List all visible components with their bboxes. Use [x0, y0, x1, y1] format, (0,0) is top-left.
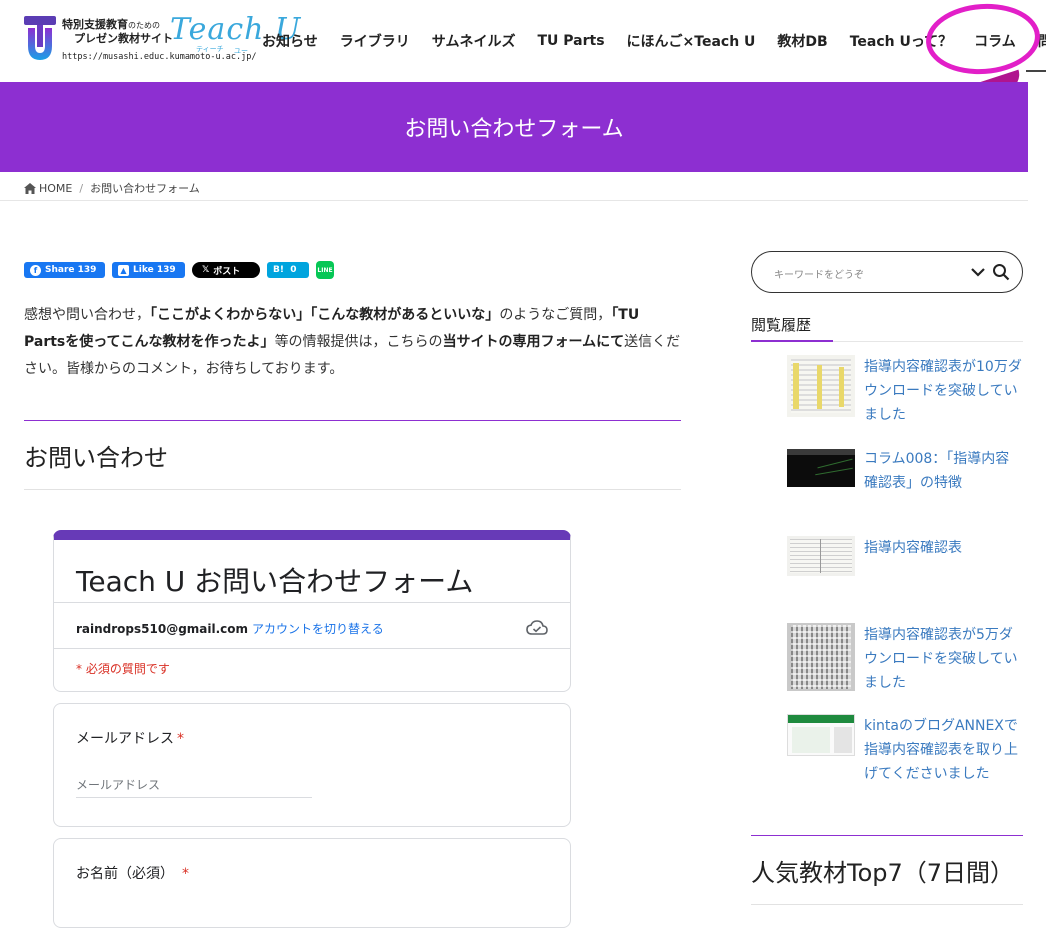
intro-paragraph: 感想や問い合わせ，「ここがよくわからない」「こんな教材があるといいな」のようなご…	[24, 307, 681, 377]
logo-reading-1: ティーチ	[196, 45, 224, 53]
breadcrumb-current: お問い合わせフォーム	[90, 182, 200, 195]
history-title: 閲覧履歴	[751, 316, 812, 334]
history-link[interactable]: 指導内容確認表が10万ダウンロードを突破していました	[864, 355, 1023, 427]
required-note: * 必須の質問です	[76, 662, 170, 676]
x-icon: 𝕏	[202, 265, 210, 275]
history-item[interactable]: kintaのブログANNEXで指導内容確認表を取り上げてくださいました	[787, 714, 1023, 786]
facebook-share-button[interactable]: f Share 139	[24, 262, 105, 278]
breadcrumb-separator: /	[79, 181, 84, 195]
line-share-button[interactable]: LINE	[316, 261, 334, 279]
history-item[interactable]: 指導内容確認表が5万ダウンロードを突破していました	[787, 623, 1023, 695]
section-underline	[24, 489, 681, 490]
section-divider	[24, 420, 681, 421]
history-thumbnail	[787, 714, 855, 756]
facebook-like-button[interactable]: ▲ Like 139	[112, 262, 185, 278]
cloud-saved-icon	[526, 620, 548, 635]
page-title-band: お問い合わせフォーム	[0, 82, 1028, 172]
form-divider	[54, 648, 570, 649]
line-icon: LINE	[317, 266, 333, 274]
history-thumbnail	[787, 623, 855, 691]
history-link[interactable]: コラム008：「指導内容確認表」の特徴	[864, 447, 1023, 495]
nav-thumbnails[interactable]: サムネイルズ	[432, 31, 516, 51]
nav-tu-parts[interactable]: TU Parts	[537, 33, 604, 49]
history-title-accent	[751, 340, 833, 342]
logo-mark-icon	[24, 16, 56, 60]
facebook-icon: f	[30, 264, 41, 276]
history-thumbnail	[787, 449, 855, 487]
account-email: raindrops510@gmail.com	[76, 622, 249, 636]
form-divider	[54, 602, 570, 603]
page-title: お問い合わせフォーム	[404, 117, 624, 142]
email-input[interactable]: メールアドレス	[76, 776, 312, 798]
logo-url: https://musashi.educ.kumamoto-u.ac.jp/	[62, 52, 257, 62]
nav-library[interactable]: ライブラリ	[340, 31, 410, 51]
home-icon	[24, 182, 36, 194]
switch-account-link[interactable]: アカウントを切り替える	[252, 622, 384, 636]
popular-underline	[751, 904, 1023, 905]
form-title: Teach U お問い合わせフォーム	[76, 565, 474, 598]
required-star: *	[177, 731, 184, 747]
question-label: お名前（必須） *	[76, 866, 189, 882]
nav-material-db[interactable]: 教材DB	[777, 31, 827, 51]
thumbs-up-icon: ▲	[118, 264, 129, 276]
popular-title: 人気教材Top7（7日間）	[751, 859, 1015, 887]
history-thumbnail	[787, 536, 855, 576]
section-title: お問い合わせ	[24, 444, 168, 472]
nav-nihongo[interactable]: にほんご×Teach U	[627, 31, 756, 51]
breadcrumb: HOME / お問い合わせフォーム	[24, 180, 200, 196]
history-link[interactable]: 指導内容確認表	[864, 536, 962, 576]
search-input[interactable]: キーワードをどうぞ	[774, 266, 864, 281]
hatena-bookmark-button[interactable]: B! 0	[267, 262, 309, 278]
search-box[interactable]: キーワードをどうぞ	[751, 251, 1023, 293]
history-item[interactable]: 指導内容確認表	[787, 536, 1023, 576]
history-item[interactable]: 指導内容確認表が10万ダウンロードを突破していました	[787, 355, 1023, 427]
share-buttons: f Share 139 ▲ Like 139 𝕏 ポスト B! 0 LINE	[24, 261, 334, 279]
chevron-down-icon[interactable]	[970, 264, 986, 280]
form-header-card: Teach U お問い合わせフォーム raindrops510@gmail.co…	[53, 530, 571, 692]
popular-divider	[751, 835, 1023, 836]
x-post-button[interactable]: 𝕏 ポスト	[192, 262, 260, 278]
logo-reading-2: ユー	[234, 47, 248, 55]
breadcrumb-divider	[0, 200, 1028, 201]
question-label: メールアドレス *	[76, 731, 184, 747]
question-card-name: お名前（必須） *	[53, 838, 571, 928]
nav-news[interactable]: お知らせ	[262, 31, 318, 51]
history-item[interactable]: コラム008：「指導内容確認表」の特徴	[787, 447, 1023, 495]
history-thumbnail	[787, 355, 855, 417]
breadcrumb-home[interactable]: HOME	[39, 182, 72, 195]
form-account-row: raindrops510@gmail.com アカウントを切り替える	[76, 620, 384, 637]
search-icon[interactable]	[992, 263, 1010, 281]
site-header: 特別支援教育のための プレゼン教材サイト https://musashi.edu…	[0, 0, 1046, 99]
history-link[interactable]: 指導内容確認表が5万ダウンロードを突破していました	[864, 623, 1023, 695]
logo-tagline-2: プレゼン教材サイト	[74, 32, 173, 45]
question-card-email: メールアドレス * メールアドレス	[53, 703, 571, 827]
history-link[interactable]: kintaのブログANNEXで指導内容確認表を取り上げてくださいました	[864, 714, 1023, 786]
site-logo[interactable]: 特別支援教育のための プレゼン教材サイト https://musashi.edu…	[24, 12, 300, 68]
required-star: *	[182, 866, 189, 882]
